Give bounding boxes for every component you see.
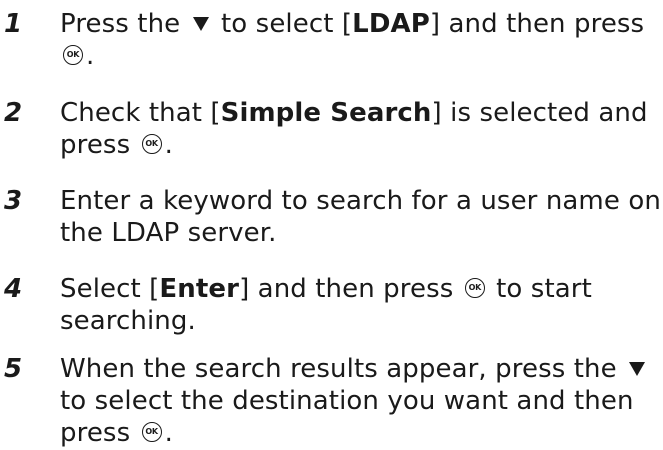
step-number: 1 — [4, 9, 23, 39]
step-text-part: Select [ — [60, 274, 160, 304]
step-number: 4 — [4, 274, 23, 304]
step-text-part: ] and then press — [429, 9, 645, 39]
menu-option-ldap: LDAP — [352, 9, 430, 39]
step-text-part: Check that [ — [60, 98, 221, 128]
ok-button-icon: OK — [63, 45, 83, 65]
step-number: 3 — [4, 186, 23, 216]
ok-button-icon: OK — [141, 422, 162, 442]
down-triangle-icon — [192, 16, 209, 31]
step-text: Press the to select [LDAP] and then pres… — [60, 8, 663, 72]
step-text: Enter a keyword to search for a user nam… — [60, 185, 663, 249]
step-text-part: Enter a keyword to search for a user nam… — [60, 186, 661, 248]
step-text-part: When the search results appear, press th… — [60, 354, 617, 384]
menu-option-enter: Enter — [159, 274, 240, 304]
step-text: When the search results appear, press th… — [60, 353, 663, 449]
step-text-part: Press the — [60, 9, 181, 39]
step-text-part: . — [164, 418, 173, 448]
step-text: Select [Enter] and then press OK to star… — [60, 273, 663, 337]
ok-button-icon: OK — [464, 278, 485, 298]
step-text: Check that [Simple Search] is selected a… — [60, 97, 663, 161]
step-number: 2 — [4, 98, 23, 128]
menu-option-simple-search: Simple Search — [220, 98, 432, 128]
ok-button-icon: OK — [141, 134, 162, 154]
step-text-part: ] and then press — [239, 274, 454, 304]
step-text-part: . — [86, 41, 95, 71]
down-triangle-icon — [629, 361, 646, 376]
step-number: 5 — [4, 354, 23, 384]
step-text-part: . — [164, 130, 173, 160]
step-text-part: to select [ — [221, 9, 353, 39]
